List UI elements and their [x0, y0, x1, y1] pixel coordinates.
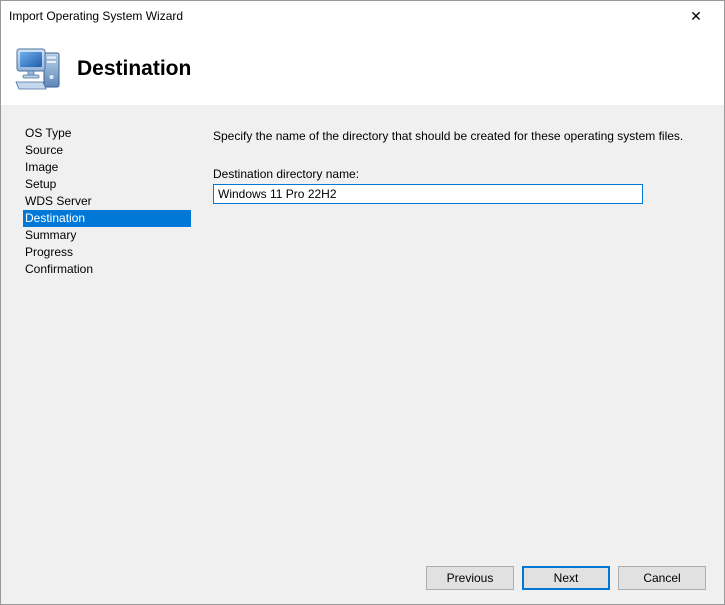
dirname-label: Destination directory name: [213, 167, 700, 181]
step-wds-server[interactable]: WDS Server [23, 193, 191, 210]
page-title: Destination [77, 55, 191, 81]
step-confirmation[interactable]: Confirmation [23, 261, 191, 278]
next-button[interactable]: Next [522, 566, 610, 590]
step-os-type[interactable]: OS Type [23, 125, 191, 142]
wizard-body: OS Type Source Image Setup WDS Server De… [1, 105, 724, 604]
step-source[interactable]: Source [23, 142, 191, 159]
step-summary[interactable]: Summary [23, 227, 191, 244]
wizard-header: Destination [1, 31, 724, 105]
step-destination[interactable]: Destination [23, 210, 191, 227]
button-row: Previous Next Cancel [426, 566, 706, 590]
titlebar: Import Operating System Wizard ✕ [1, 1, 724, 31]
previous-button[interactable]: Previous [426, 566, 514, 590]
computer-icon [15, 45, 63, 91]
step-setup[interactable]: Setup [23, 176, 191, 193]
dirname-input[interactable] [213, 184, 643, 204]
step-progress[interactable]: Progress [23, 244, 191, 261]
cancel-button[interactable]: Cancel [618, 566, 706, 590]
wizard-content: Specify the name of the directory that s… [191, 105, 724, 604]
steps-sidebar: OS Type Source Image Setup WDS Server De… [1, 105, 191, 604]
instruction-text: Specify the name of the directory that s… [213, 129, 700, 143]
step-image[interactable]: Image [23, 159, 191, 176]
close-button[interactable]: ✕ [676, 2, 716, 30]
window-title: Import Operating System Wizard [9, 9, 676, 23]
close-icon: ✕ [690, 8, 702, 25]
